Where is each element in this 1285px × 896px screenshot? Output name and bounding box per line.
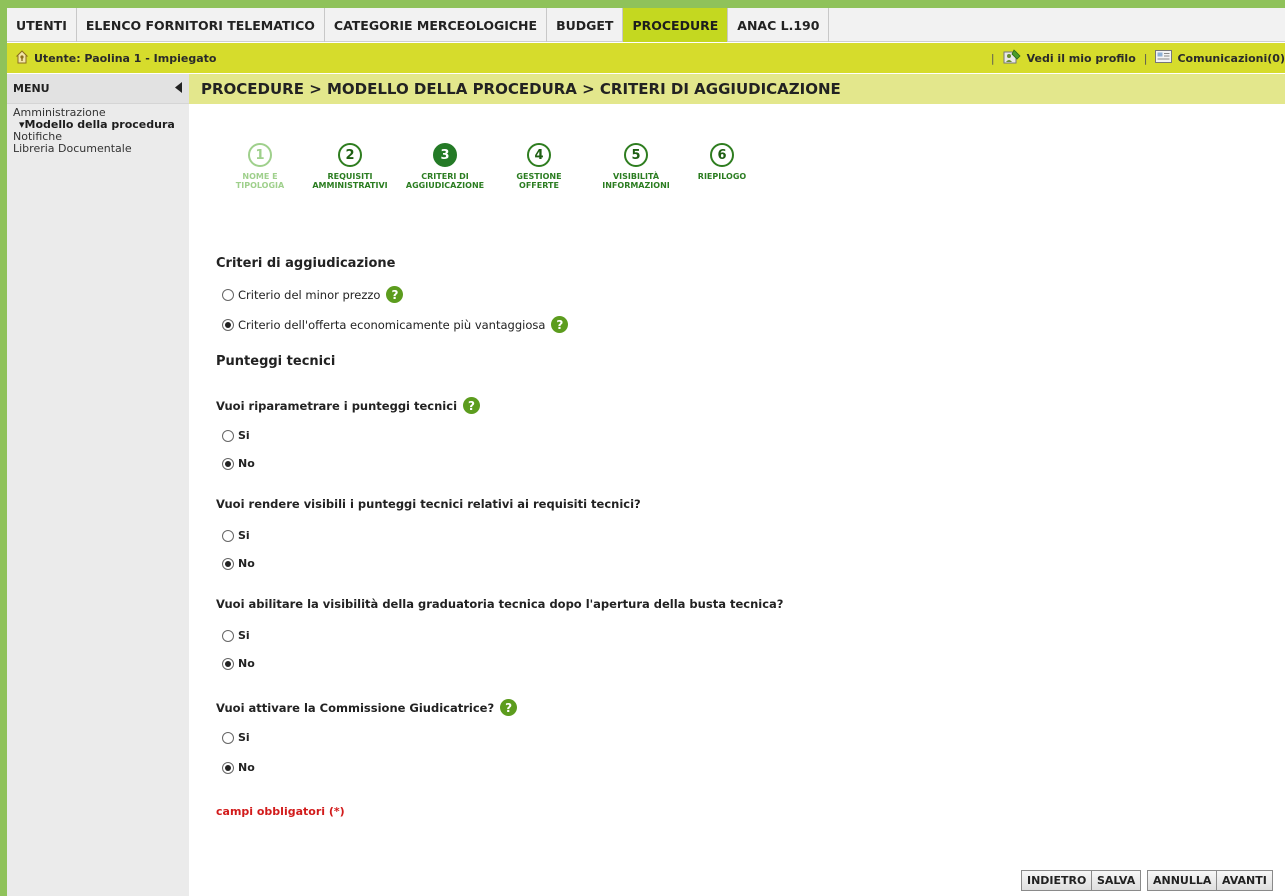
tab-utenti[interactable]: UTENTI	[7, 8, 77, 42]
radio-no[interactable]	[222, 761, 234, 774]
step-number: 1	[248, 143, 272, 167]
option-label: Si	[238, 429, 250, 442]
question-reparametrize: Vuoi riparametrare i punteggi tecnici ?	[216, 397, 481, 414]
collapse-menu-icon[interactable]	[175, 81, 183, 96]
question-commission: Vuoi attivare la Commissione Giudicatric…	[216, 699, 518, 716]
sidebar-header: MENU	[7, 74, 189, 104]
step-number: 6	[710, 143, 734, 167]
profile-link[interactable]: Vedi il mio profilo	[1003, 48, 1136, 68]
option-label: No	[238, 657, 255, 670]
separator: |	[990, 51, 995, 65]
tab-anac[interactable]: ANAC L.190	[728, 8, 830, 42]
wizard-steps: 1 NOME E TIPOLOGIA 2 REQUISITI AMMINISTR…	[217, 143, 757, 190]
ranking-visibility-yes[interactable]: Si	[222, 629, 250, 642]
help-icon[interactable]: ?	[551, 316, 569, 333]
app-frame	[0, 0, 1285, 896]
breadcrumb: PROCEDURE > MODELLO DELLA PROCEDURA > CR…	[189, 74, 1285, 104]
option-label: Si	[238, 731, 250, 744]
radio-no[interactable]	[222, 557, 234, 570]
user-bar: Utente: Paolina 1 - Impiegato | Vedi il …	[7, 43, 1285, 73]
profile-link-label: Vedi il mio profilo	[1026, 51, 1136, 65]
top-navigation: UTENTI ELENCO FORNITORI TELEMATICO CATEG…	[7, 8, 1285, 42]
criteria-heading: Criteri di aggiudicazione	[216, 256, 396, 271]
step-label: RIEPILOGO	[697, 172, 747, 181]
radio-no[interactable]	[222, 457, 234, 470]
question-label: Vuoi attivare la Commissione Giudicatric…	[216, 700, 495, 715]
step-label: VISIBILITÀ INFORMAZIONI	[602, 172, 670, 190]
radio-best-value[interactable]	[222, 318, 234, 331]
visible-scores-yes[interactable]: Si	[222, 529, 250, 542]
user-label: Utente: Paolina 1 - Impiegato	[34, 51, 217, 65]
messages-link[interactable]: Comunicazioni(0)	[1155, 50, 1285, 66]
sidebar-menu: Amministrazione ▾Modello della procedura…	[7, 104, 189, 155]
question-label: Vuoi rendere visibili i punteggi tecnici…	[216, 497, 641, 511]
option-label: Si	[238, 629, 250, 642]
radio-yes[interactable]	[222, 731, 234, 744]
help-icon[interactable]: ?	[386, 286, 404, 303]
question-label: Vuoi abilitare la visibilità della gradu…	[216, 597, 784, 611]
current-user: Utente: Paolina 1 - Impiegato	[7, 49, 216, 67]
wizard-step-5[interactable]: 5 VISIBILITÀ INFORMAZIONI	[585, 143, 687, 190]
help-icon[interactable]: ?	[500, 699, 518, 716]
ranking-visibility-no[interactable]: No	[222, 657, 255, 670]
commission-no[interactable]: No	[222, 761, 255, 774]
wizard-step-3[interactable]: 3 CRITERI DI AGGIUDICAZIONE	[397, 143, 493, 190]
radio-lowest-price[interactable]	[222, 288, 234, 301]
help-icon[interactable]: ?	[463, 397, 481, 414]
wizard-step-1[interactable]: 1 NOME E TIPOLOGIA	[217, 143, 303, 190]
option-label: Criterio dell'offerta economicamente più…	[238, 317, 546, 332]
commission-yes[interactable]: Si	[222, 731, 250, 744]
tab-categorie-merceologiche[interactable]: CATEGORIE MERCEOLOGICHE	[325, 8, 548, 42]
separator: |	[1143, 51, 1148, 65]
question-ranking-visibility: Vuoi abilitare la visibilità della gradu…	[216, 597, 783, 611]
option-label: No	[238, 761, 255, 774]
profile-icon	[1003, 48, 1021, 68]
tab-elenco-fornitori[interactable]: ELENCO FORNITORI TELEMATICO	[77, 8, 325, 42]
radio-yes[interactable]	[222, 429, 234, 442]
radio-no[interactable]	[222, 657, 234, 670]
step-number: 2	[338, 143, 362, 167]
mail-icon	[1155, 50, 1173, 66]
wizard-step-2[interactable]: 2 REQUISITI AMMINISTRATIVI	[303, 143, 397, 190]
criteria-option-lowest-price[interactable]: Criterio del minor prezzo ?	[222, 286, 404, 303]
back-button[interactable]: INDIETRO	[1021, 870, 1093, 891]
option-label: Si	[238, 529, 250, 542]
tab-budget[interactable]: BUDGET	[547, 8, 624, 42]
messages-link-label: Comunicazioni(0)	[1177, 51, 1285, 65]
option-label: Criterio del minor prezzo	[238, 287, 381, 302]
sidebar: MENU Amministrazione ▾Modello della proc…	[7, 74, 189, 896]
reparametrize-yes[interactable]: Si	[222, 429, 250, 442]
option-label: No	[238, 557, 255, 570]
criteria-option-best-value[interactable]: Criterio dell'offerta economicamente più…	[222, 316, 569, 333]
step-label: REQUISITI AMMINISTRATIVI	[312, 172, 388, 190]
option-label: No	[238, 457, 255, 470]
step-number: 4	[527, 143, 551, 167]
visible-scores-no[interactable]: No	[222, 557, 255, 570]
step-label: NOME E TIPOLOGIA	[235, 172, 285, 190]
question-label: Vuoi riparametrare i punteggi tecnici	[216, 398, 458, 413]
user-links: | Vedi il mio profilo | Comunicazioni(0)	[983, 43, 1285, 73]
reparametrize-no[interactable]: No	[222, 457, 255, 470]
step-label: GESTIONE OFFERTE	[516, 172, 562, 190]
radio-yes[interactable]	[222, 529, 234, 542]
step-number: 5	[624, 143, 648, 167]
save-button[interactable]: SALVA	[1091, 870, 1142, 891]
sidebar-item-libreria-documentale[interactable]: Libreria Documentale	[13, 143, 189, 155]
tab-procedure[interactable]: PROCEDURE	[623, 8, 729, 42]
question-visible-scores: Vuoi rendere visibili i punteggi tecnici…	[216, 497, 641, 511]
step-label: CRITERI DI AGGIUDICAZIONE	[405, 172, 485, 190]
wizard-step-4[interactable]: 4 GESTIONE OFFERTE	[493, 143, 585, 190]
required-fields-note: campi obbligatori (*)	[216, 805, 345, 818]
wizard-step-6[interactable]: 6 RIEPILOGO	[687, 143, 757, 190]
scores-heading: Punteggi tecnici	[216, 354, 336, 369]
user-icon	[15, 49, 29, 67]
next-button[interactable]: AVANTI	[1216, 870, 1273, 891]
sidebar-title: MENU	[13, 82, 50, 95]
cancel-button[interactable]: ANNULLA	[1147, 870, 1218, 891]
step-number: 3	[433, 143, 457, 167]
radio-yes[interactable]	[222, 629, 234, 642]
